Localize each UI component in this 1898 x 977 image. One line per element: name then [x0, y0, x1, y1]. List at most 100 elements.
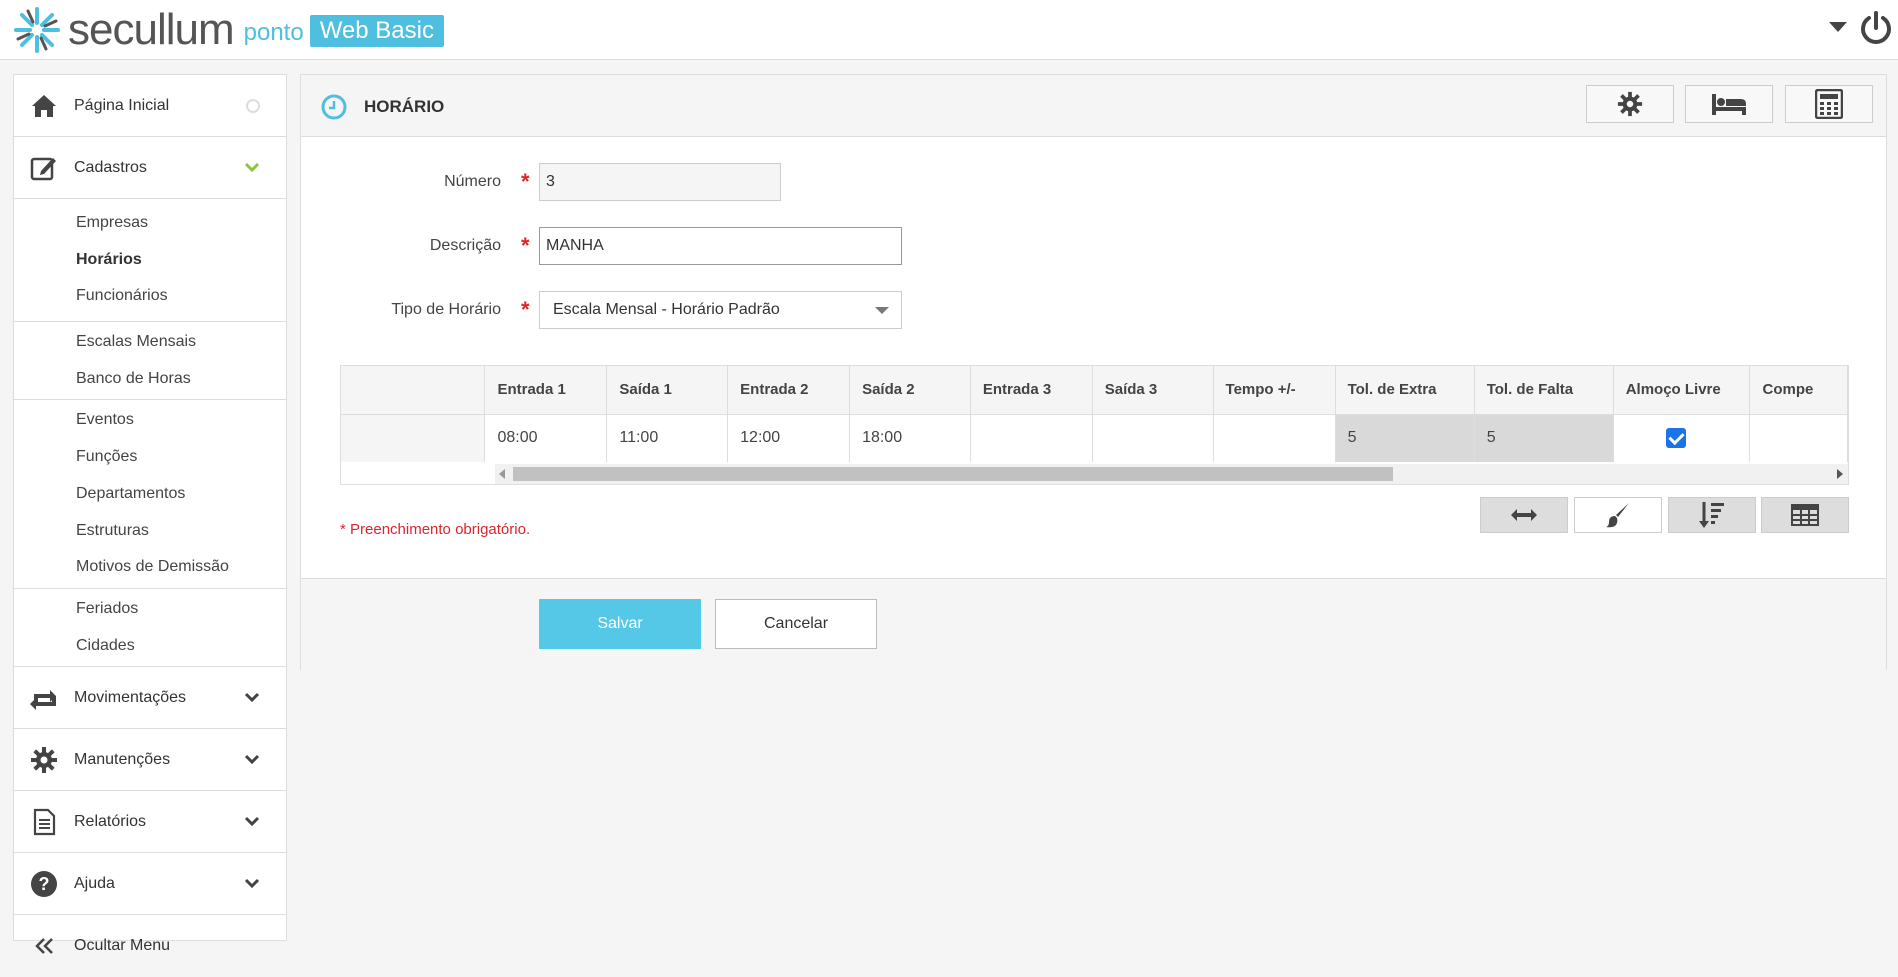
power-icon[interactable] — [1858, 10, 1894, 46]
submenu-item-motivos-de-demissao[interactable]: Motivos de Demissão — [14, 549, 286, 586]
svg-text:?: ? — [39, 874, 50, 894]
grid-cell[interactable]: 12:00 — [727, 414, 851, 462]
column-header[interactable]: Almoço Livre — [1613, 366, 1751, 415]
column-header[interactable]: Tol. de Extra — [1335, 366, 1475, 415]
tipo-horario-select[interactable]: Escala Mensal - Horário Padrão — [539, 291, 902, 329]
grid-header-corner — [341, 366, 486, 415]
submenu-item-estruturas[interactable]: Estruturas — [14, 513, 286, 550]
column-header[interactable]: Saída 3 — [1092, 366, 1214, 415]
sidebar-item-ocultar-menu[interactable]: Ocultar Menu — [14, 915, 286, 977]
column-header[interactable]: Saída 2 — [849, 366, 971, 415]
submenu-item-departamentos[interactable]: Departamentos — [14, 476, 286, 513]
grid-cell[interactable]: 18:00 — [849, 414, 971, 462]
submenu-item-horarios[interactable]: Horários — [14, 242, 286, 279]
chevron-down-icon — [244, 817, 260, 827]
sidebar-item-movimentacoes[interactable]: Movimentações — [14, 667, 286, 730]
grid-cell-almoco-livre[interactable] — [1613, 414, 1751, 462]
fit-columns-button[interactable] — [1480, 497, 1568, 533]
column-header[interactable]: Compe — [1749, 366, 1848, 415]
page-title: HORÁRIO — [364, 97, 445, 116]
descricao-input[interactable]: MANHA — [539, 227, 902, 265]
rest-button[interactable] — [1685, 85, 1773, 123]
submenu-item-feriados[interactable]: Feriados — [14, 591, 286, 628]
tipo-horario-value: Escala Mensal - Horário Padrão — [553, 301, 780, 318]
grid-cell[interactable] — [970, 414, 1093, 462]
logo-ponto: ponto — [243, 19, 304, 46]
sort-button[interactable] — [1668, 497, 1756, 533]
column-header[interactable]: Entrada 1 — [484, 366, 608, 415]
submenu-item-funcoes[interactable]: Funções — [14, 439, 286, 476]
submenu-group: Eventos Funções Departamentos Estruturas… — [14, 400, 286, 589]
user-menu-caret-icon[interactable] — [1829, 22, 1847, 32]
schedule-grid: Entrada 1 Saída 1 Entrada 2 Saída 2 Entr… — [340, 365, 1849, 485]
grid-options-button[interactable] — [1761, 497, 1849, 533]
grid-cell[interactable] — [1092, 414, 1214, 462]
logo[interactable]: secullum ponto Web Basic — [12, 4, 444, 56]
column-header[interactable]: Saída 1 — [606, 366, 729, 415]
grid-header-row: Entrada 1 Saída 1 Entrada 2 Saída 2 Entr… — [341, 366, 1848, 415]
document-icon — [33, 809, 56, 836]
cancel-button[interactable]: Cancelar — [715, 599, 877, 649]
brush-icon — [1606, 503, 1629, 528]
submenu-item-eventos[interactable]: Eventos — [14, 402, 286, 439]
submenu-item-funcionarios[interactable]: Funcionários — [14, 278, 286, 315]
logo-badge: Web Basic — [309, 15, 444, 47]
status-dot-icon — [246, 99, 260, 113]
tipo-horario-label: Tipo de Horário — [391, 301, 501, 318]
gear-icon — [1617, 91, 1643, 117]
scroll-right-arrow-icon[interactable] — [1837, 469, 1843, 479]
arrows-horizontal-icon — [1511, 509, 1537, 521]
sidebar-item-label: Manutenções — [74, 750, 171, 768]
submenu-item-banco-de-horas[interactable]: Banco de Horas — [14, 361, 286, 398]
main-panel: HORÁRIO Número * 3 Descrição * MANHA Tip… — [300, 74, 1887, 670]
chevron-down-icon — [244, 879, 260, 889]
scroll-thumb[interactable] — [513, 467, 1393, 481]
sidebar-item-label: Ajuda — [74, 874, 115, 892]
submenu-item-empresas[interactable]: Empresas — [14, 205, 286, 242]
column-header[interactable]: Tol. de Falta — [1474, 366, 1614, 415]
submenu-item-escalas-mensais[interactable]: Escalas Mensais — [14, 324, 286, 361]
horizontal-scrollbar[interactable] — [495, 464, 1848, 484]
sidebar-item-pagina-inicial[interactable]: Página Inicial — [14, 75, 286, 137]
almoco-livre-checkbox[interactable] — [1665, 428, 1686, 449]
descricao-label: Descrição — [429, 237, 501, 254]
sidebar-item-cadastros[interactable]: Cadastros — [14, 137, 286, 199]
submenu-group: Feriados Cidades — [14, 589, 286, 668]
column-header[interactable]: Entrada 3 — [970, 366, 1093, 415]
double-chevron-left-icon — [35, 938, 53, 955]
submenu-group: Empresas Horários Funcionários — [14, 199, 286, 323]
chevron-down-icon — [244, 162, 260, 173]
save-button[interactable]: Salvar — [539, 599, 701, 649]
chevron-down-icon — [244, 755, 260, 765]
column-header[interactable]: Tempo +/- — [1213, 366, 1336, 415]
clear-format-button[interactable] — [1574, 497, 1662, 533]
column-header[interactable]: Entrada 2 — [727, 366, 851, 415]
scroll-left-arrow-icon[interactable] — [499, 469, 505, 479]
grid-cell[interactable]: 11:00 — [606, 414, 729, 462]
numero-input[interactable]: 3 — [539, 163, 781, 201]
sidebar-item-label: Cadastros — [74, 158, 147, 176]
home-icon — [32, 95, 56, 117]
panel-footer: Salvar Cancelar — [301, 578, 1886, 670]
sidebar: Página Inicial Cadastros Empresas Horári… — [13, 74, 287, 954]
bed-icon — [1712, 94, 1746, 115]
submenu-group: Escalas Mensais Banco de Horas — [14, 322, 286, 401]
calculator-icon — [1815, 89, 1843, 119]
secullum-logo-icon — [14, 7, 60, 53]
calculator-button[interactable] — [1785, 85, 1873, 123]
submenu-item-cidades[interactable]: Cidades — [14, 628, 286, 665]
logo-text: secullum — [68, 5, 235, 54]
grid-cell[interactable] — [1213, 414, 1336, 462]
grid-cell[interactable]: 08:00 — [484, 414, 608, 462]
sidebar-item-relatorios[interactable]: Relatórios — [14, 791, 286, 854]
sidebar-item-label: Movimentações — [74, 688, 187, 706]
sort-icon — [1699, 502, 1724, 528]
grid-cell[interactable]: 5 — [1474, 414, 1614, 462]
sidebar-item-manutencoes[interactable]: Manutenções — [14, 729, 286, 792]
settings-button[interactable] — [1586, 85, 1674, 123]
gear-icon — [31, 747, 57, 774]
numero-label: Número — [444, 173, 501, 190]
sidebar-item-ajuda[interactable]: ? Ajuda — [14, 853, 286, 916]
grid-cell[interactable]: 5 — [1335, 414, 1475, 462]
grid-cell[interactable] — [1749, 414, 1848, 462]
